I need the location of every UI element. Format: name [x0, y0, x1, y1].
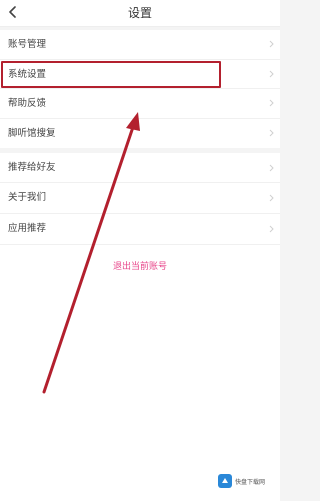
annotation-arrow — [42, 112, 140, 394]
watermark-text: 快盘下载网 — [235, 478, 266, 486]
watermark-logo — [218, 474, 232, 488]
watermark: 快盘下载网 — [218, 470, 278, 492]
